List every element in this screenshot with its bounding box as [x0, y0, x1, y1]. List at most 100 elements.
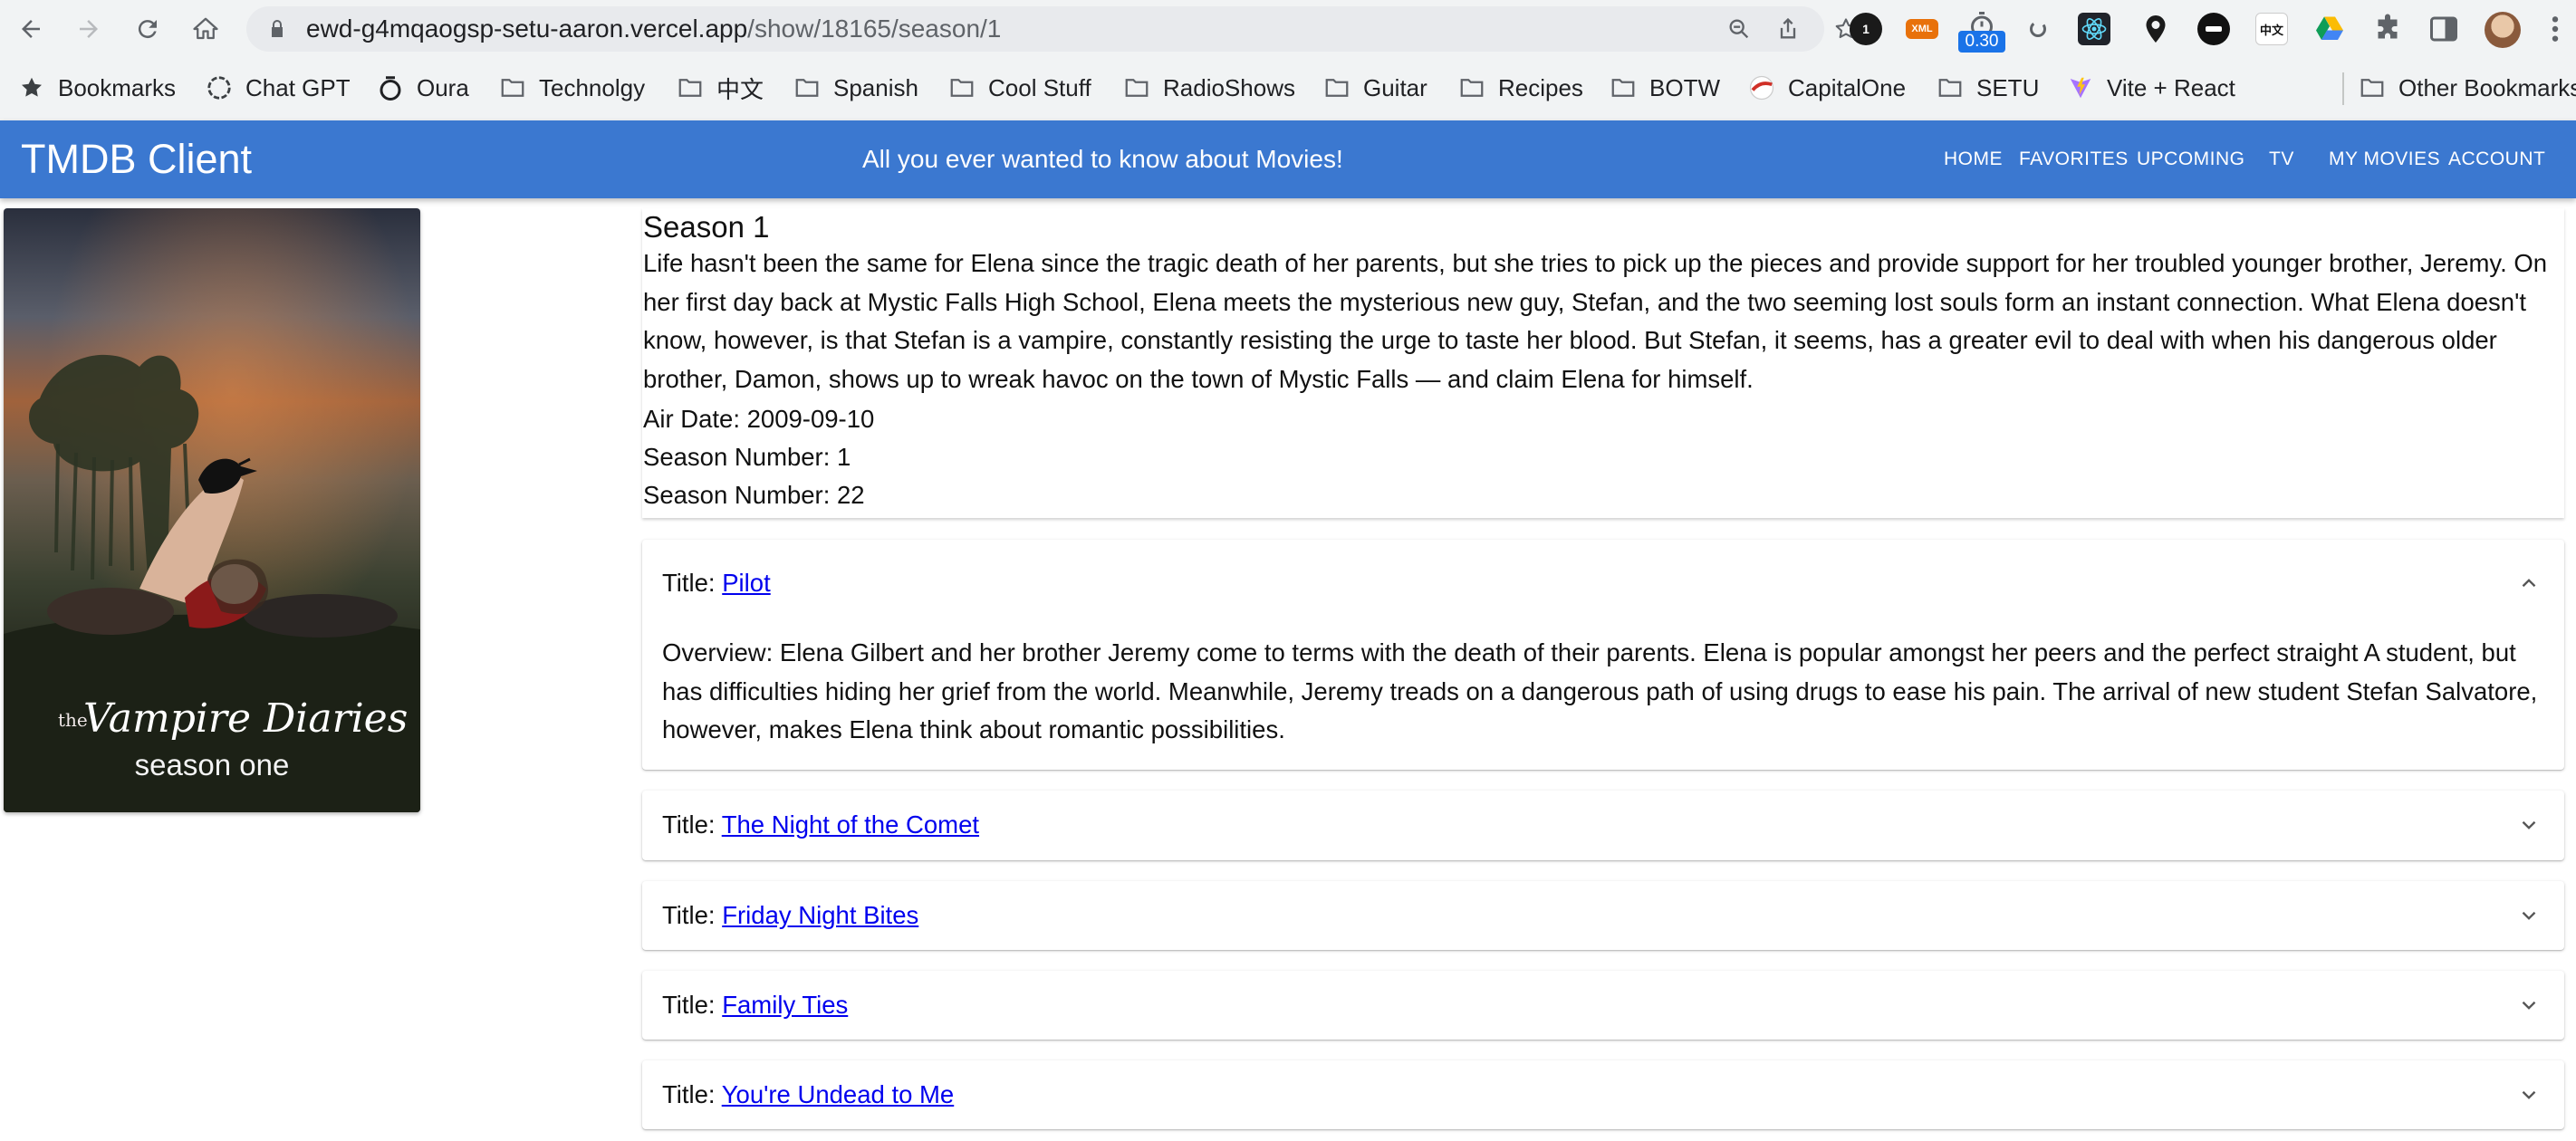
xml-viewer-icon[interactable]: XML — [1906, 19, 1938, 39]
bookmark-spanish[interactable]: Spanish — [793, 58, 918, 118]
poster-title: Vampire Diaries — [83, 695, 408, 742]
chinese-dictionary-icon[interactable]: 中文 — [2255, 13, 2288, 45]
season-overview: Life hasn't been the same for Elena sinc… — [643, 249, 2548, 393]
arrow-left-icon — [22, 20, 40, 38]
bookmark-label: Cool Stuff — [988, 73, 1091, 101]
home-button[interactable] — [187, 11, 224, 47]
folder-icon — [678, 79, 702, 97]
bookmark-capitalone[interactable]: CapitalOne — [1748, 58, 1906, 118]
reload-icon — [138, 20, 157, 39]
chevron-up-icon[interactable] — [2517, 571, 2541, 595]
bookmark-label: Other Bookmarks — [2398, 73, 2576, 101]
chevron-down-icon[interactable] — [2517, 813, 2541, 837]
bookmark-chat-gpt[interactable]: Chat GPT — [206, 58, 351, 118]
episode-title-prefix: Title: — [662, 901, 723, 929]
nav-upcoming[interactable]: Upcoming — [2137, 120, 2245, 198]
circle-minus-extension-icon[interactable] — [2197, 13, 2230, 45]
bookmark-botw[interactable]: BOTW — [1610, 58, 1720, 118]
app-tagline: All you ever wanted to know about Movies… — [862, 145, 1343, 173]
nav-favorites[interactable]: Favorites — [2019, 120, 2129, 198]
spinner-extension-icon[interactable] — [2022, 13, 2054, 45]
episode-title-prefix: Title: — [662, 810, 722, 839]
folder-icon — [2360, 79, 2384, 97]
bookmark-chinese[interactable]: 中文 — [677, 58, 764, 118]
bookmark-label: SETU — [1976, 73, 2040, 101]
vite-icon — [2070, 77, 2091, 99]
episode-summary[interactable]: Title: The Night of the Comet — [662, 781, 979, 868]
episode-summary[interactable]: Title: Family Ties — [662, 962, 848, 1049]
1password-icon[interactable]: 1 — [1850, 13, 1882, 45]
bookmark-oura[interactable]: Oura — [377, 58, 469, 118]
episode-title-link[interactable]: Friday Night Bites — [722, 901, 918, 929]
episode-title-link[interactable]: The Night of the Comet — [722, 810, 979, 839]
zoom-icon[interactable] — [1726, 16, 1752, 42]
nav-tv[interactable]: TV — [2269, 120, 2294, 198]
chevron-down-icon[interactable] — [2517, 993, 2541, 1017]
browser-toolbar: ewd-g4mqaogsp-setu-aaron.vercel.app/show… — [0, 0, 2576, 58]
location-pin-icon[interactable] — [2139, 13, 2172, 45]
more-vert-icon[interactable] — [2551, 14, 2560, 43]
bookmark-label: CapitalOne — [1788, 73, 1907, 101]
bookmark-recipes[interactable]: Recipes — [1458, 58, 1583, 118]
url-host: ewd-g4mqaogsp-setu-aaron.vercel.app — [306, 14, 748, 43]
side-panel-icon[interactable] — [2427, 13, 2460, 45]
bookmark-bookmarks[interactable]: Bookmarks — [18, 58, 176, 118]
episode-title-prefix: Title: — [662, 569, 723, 597]
episode-title-link[interactable]: Pilot — [722, 569, 771, 597]
episode-title-link[interactable]: You're Undead to Me — [722, 1080, 955, 1108]
episode-title-link[interactable]: Family Ties — [722, 991, 848, 1019]
bookmark-label: Oura — [417, 73, 469, 101]
chevron-down-icon[interactable] — [2517, 1083, 2541, 1107]
bookmark-guitar[interactable]: Guitar — [1323, 58, 1427, 118]
season-details-card: Season 1 Life hasn't been the same for E… — [642, 208, 2564, 518]
episode-overview: Overview: Elena Gilbert and her brother … — [662, 638, 2538, 743]
app-brand[interactable]: TMDB Client — [21, 120, 252, 198]
season-poster: the Vampire Diaries season one — [4, 208, 420, 812]
nav-home[interactable]: Home — [1944, 120, 2003, 198]
reload-button[interactable] — [130, 11, 166, 47]
forward-button[interactable] — [71, 11, 107, 47]
address-bar[interactable]: ewd-g4mqaogsp-setu-aaron.vercel.app/show… — [246, 6, 1857, 52]
episode-summary[interactable]: Title: Pilot — [662, 540, 771, 627]
bookmark-cool-stuff[interactable]: Cool Stuff — [948, 58, 1091, 118]
share-icon[interactable] — [1775, 16, 1801, 42]
arrow-right-icon — [80, 20, 98, 38]
season-number: Season Number: 1 — [643, 443, 851, 471]
openai-icon — [207, 76, 231, 100]
browser-chrome: ewd-g4mqaogsp-setu-aaron.vercel.app/show… — [0, 0, 2576, 120]
episode-accordion: Title: The Night of the Comet — [642, 791, 2564, 860]
season-air-date: Air Date: 2009-09-10 — [643, 405, 875, 433]
folder-icon — [1938, 79, 1962, 97]
episode-title-prefix: Title: — [662, 1080, 722, 1108]
bookmark-label: Guitar — [1363, 73, 1427, 101]
bookmark-other-bookmarks[interactable]: Other Bookmarks — [2359, 58, 2576, 118]
bookmark-label: Vite + React — [2107, 73, 2235, 101]
folder-icon — [950, 79, 974, 97]
extensions-puzzle-icon[interactable] — [2371, 13, 2404, 45]
bookmark-radioshows[interactable]: RadioShows — [1123, 58, 1295, 118]
nav-my-movies[interactable]: My Movies — [2329, 120, 2440, 198]
back-button[interactable] — [13, 11, 49, 47]
capitalone-icon — [1749, 75, 1774, 101]
url-text: ewd-g4mqaogsp-setu-aaron.vercel.app/show… — [306, 6, 1001, 52]
nav-account[interactable]: Account — [2448, 120, 2545, 198]
star-icon — [22, 77, 42, 97]
bookmark-label: Spanish — [833, 73, 918, 101]
home-icon — [193, 17, 218, 40]
folder-icon — [501, 79, 524, 97]
episode-accordion: Title: Pilot Overview: Elena Gilbert and… — [642, 540, 2564, 770]
episode-summary[interactable]: Title: You're Undead to Me — [662, 1051, 954, 1138]
bookmark-vite-react[interactable]: Vite + React — [2067, 58, 2235, 118]
profile-avatar[interactable] — [2485, 12, 2521, 48]
bookmark-technolgy[interactable]: Technolgy — [499, 58, 645, 118]
google-drive-icon[interactable] — [2313, 13, 2346, 45]
chevron-down-icon[interactable] — [2517, 904, 2541, 927]
bookmark-setu[interactable]: SETU — [1937, 58, 2039, 118]
bookmarks-divider — [2342, 72, 2344, 105]
episode-accordion: Title: Friday Night Bites — [642, 881, 2564, 950]
react-devtools-icon[interactable] — [2078, 13, 2110, 45]
episode-summary[interactable]: Title: Friday Night Bites — [662, 872, 918, 959]
season-title: Season 1 — [643, 210, 770, 244]
folder-icon — [1125, 79, 1149, 97]
season-episode-count: Season Number: 22 — [643, 481, 865, 509]
